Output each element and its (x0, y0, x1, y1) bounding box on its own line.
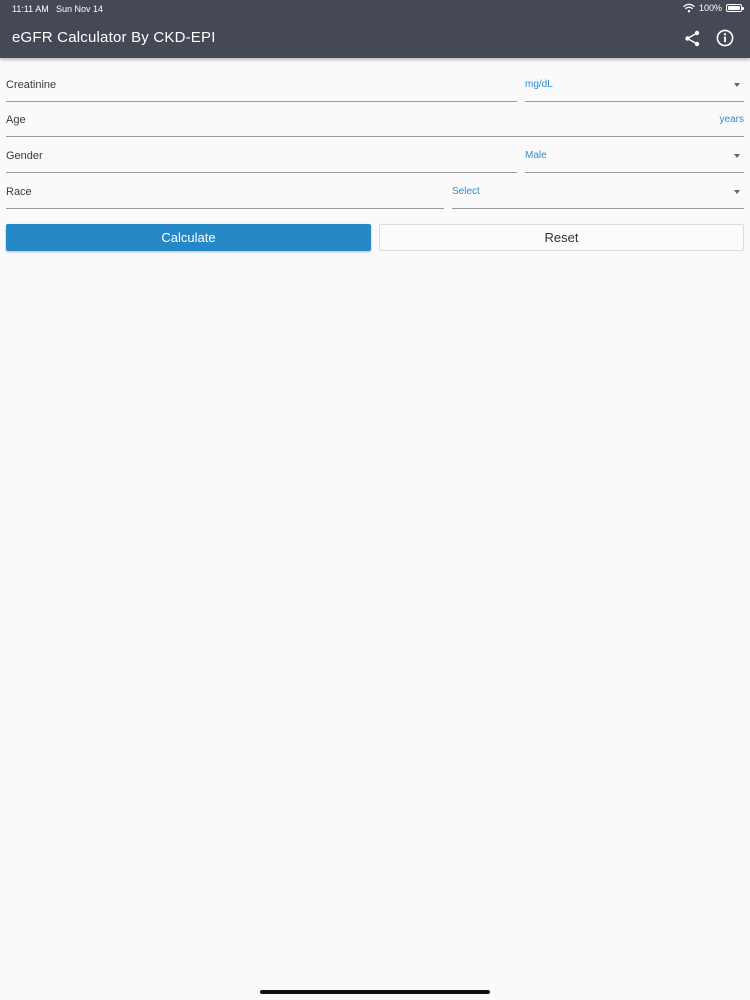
gender-label: Gender (6, 150, 43, 162)
race-field: Race (6, 173, 444, 209)
battery-percent: 100% (698, 3, 722, 13)
creatinine-row: Creatinine mg/dL (0, 66, 750, 102)
battery-tip (742, 7, 744, 10)
age-unit: years (719, 114, 744, 125)
race-label: Race (6, 186, 32, 198)
status-indicators: 100% (683, 3, 744, 13)
gender-row: Gender Male (0, 137, 750, 173)
gender-value: Male (525, 150, 547, 161)
status-time: 11:11 AM (12, 4, 49, 14)
creatinine-label: Creatinine (6, 79, 57, 91)
creatinine-unit-select[interactable]: mg/dL (525, 66, 744, 102)
chevron-down-icon (734, 83, 740, 87)
app-screen: 11:11 AM Sun Nov 14 100% eGFR Calculator… (0, 0, 750, 1000)
reset-button[interactable]: Reset (379, 224, 744, 251)
app-title: eGFR Calculator By CKD-EPI (12, 29, 216, 46)
chevron-down-icon (734, 154, 740, 158)
age-input[interactable]: Age years (6, 101, 744, 137)
status-date: Sun Nov 14 (56, 4, 104, 14)
wifi-icon (683, 3, 695, 13)
race-row: Race Select (0, 173, 750, 209)
age-label: Age (6, 114, 26, 126)
creatinine-input[interactable]: Creatinine (6, 66, 517, 102)
share-button[interactable] (680, 26, 704, 50)
age-row: Age years (0, 101, 750, 137)
gender-field: Gender (6, 137, 517, 173)
battery-level-fill (728, 6, 740, 10)
home-indicator[interactable] (260, 990, 490, 994)
info-icon (716, 29, 734, 47)
creatinine-unit-value: mg/dL (525, 79, 553, 90)
app-bar: eGFR Calculator By CKD-EPI (0, 18, 750, 58)
calculate-button[interactable]: Calculate (6, 224, 371, 251)
battery-icon (726, 4, 744, 12)
gender-select[interactable]: Male (525, 137, 744, 173)
chevron-down-icon (734, 190, 740, 194)
share-icon (684, 30, 699, 46)
race-select[interactable]: Select (452, 173, 744, 209)
status-bar: 11:11 AM Sun Nov 14 100% (0, 0, 750, 18)
race-value: Select (452, 186, 480, 197)
info-button[interactable] (713, 26, 737, 50)
